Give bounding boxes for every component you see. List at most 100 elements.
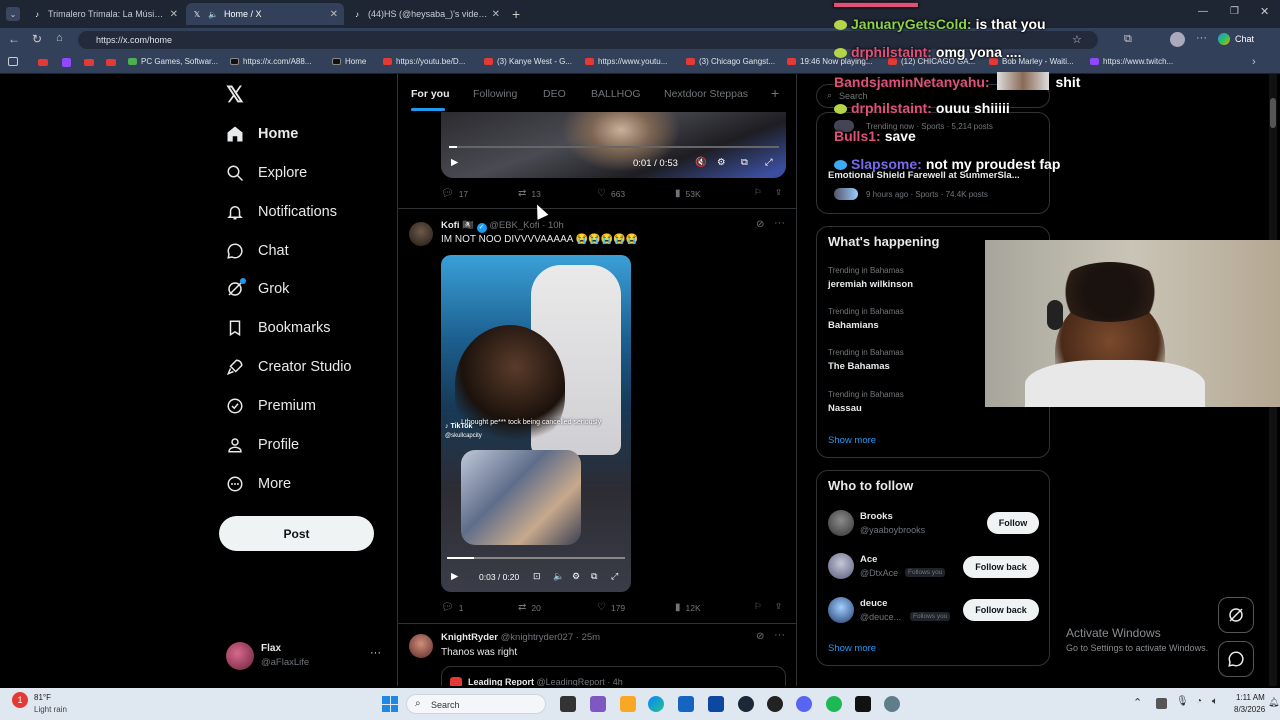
chevron-up-icon[interactable]: ⌃ bbox=[1133, 696, 1142, 709]
like-count[interactable]: ♡ 179 bbox=[597, 602, 625, 613]
weather-temp[interactable]: 81°F bbox=[34, 693, 51, 702]
messages-floating-button[interactable] bbox=[1218, 641, 1254, 677]
browser-tab-home-x[interactable]: 𝕏 🔈 Home / X ✕ bbox=[186, 3, 344, 25]
volume-icon[interactable]: 🔈︎ bbox=[1212, 696, 1218, 707]
sidebar-item-premium[interactable]: Premium bbox=[224, 391, 316, 421]
extensions-icon[interactable]: ⧉ bbox=[1124, 33, 1132, 46]
microphone-icon[interactable]: 🎙︎ bbox=[1176, 696, 1189, 707]
video-progress-track[interactable] bbox=[449, 146, 779, 148]
bookmark-folder-icon[interactable] bbox=[8, 57, 18, 66]
more-horizontal-icon[interactable]: ··· bbox=[774, 217, 785, 229]
fullscreen-icon[interactable]: ⤢ bbox=[765, 157, 773, 168]
scrollbar-thumb[interactable] bbox=[1270, 98, 1276, 128]
captions-icon[interactable]: ⊡ bbox=[533, 571, 541, 582]
sidebar-item-chat[interactable]: Chat bbox=[224, 236, 289, 266]
bookmark-icon[interactable]: ⚐ bbox=[754, 187, 762, 198]
bookmark-item[interactable]: PC Games, Softwar... bbox=[128, 57, 218, 66]
sidebar-item-notifications[interactable]: Notifications bbox=[224, 197, 337, 227]
fullscreen-icon[interactable]: ⤢ bbox=[611, 571, 618, 582]
file-explorer-icon[interactable] bbox=[620, 696, 636, 712]
tab-deo[interactable]: DEO bbox=[543, 88, 566, 100]
obs-icon[interactable] bbox=[767, 696, 783, 712]
sidebar-item-grok[interactable]: Grok bbox=[224, 274, 289, 304]
browser-tab-tiktok-1[interactable]: ♪ Trimalero Trimala: La Música que t ✕ bbox=[26, 3, 184, 25]
repost-count[interactable]: ⇄ 13 bbox=[518, 188, 541, 199]
tab-nextdoor-steppas[interactable]: Nextdoor Steppas bbox=[664, 88, 748, 100]
tab-following[interactable]: Following bbox=[473, 88, 517, 100]
post-video-player[interactable]: ♪ TikTok @skullcapcity I thought pe*** t… bbox=[441, 255, 631, 592]
taskbar-search-box[interactable]: ⌕ Search bbox=[406, 694, 546, 714]
new-tab-icon[interactable]: + bbox=[512, 6, 520, 22]
window-close-icon[interactable]: ✕ bbox=[1260, 5, 1269, 18]
spotify-icon[interactable] bbox=[826, 696, 842, 712]
start-windows-icon[interactable] bbox=[382, 696, 398, 712]
close-icon[interactable]: ✕ bbox=[170, 9, 178, 20]
quoted-post[interactable]: Leading Report @LeadingReport · 4h bbox=[441, 666, 786, 686]
clock-time[interactable]: 1:11 AM bbox=[1236, 693, 1265, 702]
bookmark-item[interactable]: https://www.twitch... bbox=[1090, 57, 1173, 66]
post-button[interactable]: Post bbox=[219, 516, 374, 551]
avatar[interactable] bbox=[828, 510, 854, 536]
avatar[interactable] bbox=[409, 222, 433, 246]
avatar[interactable] bbox=[409, 634, 433, 658]
sidebar-item-explore[interactable]: Explore bbox=[224, 158, 307, 188]
add-tab-icon[interactable]: + bbox=[771, 85, 779, 101]
close-icon[interactable]: ✕ bbox=[330, 9, 338, 20]
volume-icon[interactable]: 🔈 bbox=[553, 571, 564, 582]
share-icon[interactable]: ⇪ bbox=[775, 187, 782, 198]
bookmark-item[interactable]: Home bbox=[332, 57, 366, 66]
bookmark-item[interactable]: (3) Kanye West - G... bbox=[484, 57, 572, 66]
chevron-right-icon[interactable]: › bbox=[1252, 56, 1256, 68]
sidebar-item-bookmarks[interactable]: Bookmarks bbox=[224, 313, 331, 343]
show-more-link[interactable]: Show more bbox=[828, 643, 876, 654]
browser-menu-icon[interactable]: ··· bbox=[1196, 32, 1207, 44]
epic-games-icon[interactable] bbox=[855, 696, 871, 712]
account-switcher[interactable]: Flax @aFlaxLife ··· bbox=[226, 640, 384, 672]
task-view-icon[interactable] bbox=[560, 696, 576, 712]
settings-gear-icon[interactable] bbox=[884, 696, 900, 712]
share-icon[interactable]: ⇪ bbox=[775, 601, 782, 612]
like-count[interactable]: ♡ 663 bbox=[597, 188, 625, 199]
trend-item[interactable]: Nassau bbox=[828, 403, 862, 414]
app-icon[interactable] bbox=[590, 696, 606, 712]
restore-icon[interactable]: ❐ bbox=[1230, 6, 1239, 17]
post-author-handle[interactable]: @EBK_Kofi bbox=[489, 220, 539, 231]
pip-icon[interactable]: ⧉ bbox=[741, 157, 748, 168]
bookmark-item[interactable]: https://x.com/A88... bbox=[230, 57, 311, 66]
grok-post-icon[interactable]: ⊘ bbox=[756, 219, 764, 230]
home-browser-icon[interactable]: ⌂ bbox=[56, 32, 63, 44]
network-icon[interactable]: ◔ bbox=[1196, 696, 1202, 707]
bookmark-youtube-icon[interactable] bbox=[38, 59, 48, 66]
trend-item[interactable]: The Bahamas bbox=[828, 361, 890, 372]
repost-count[interactable]: ⇄ 20 bbox=[518, 602, 541, 613]
follow-suggestion-name[interactable]: Brooks bbox=[860, 511, 893, 522]
view-count[interactable]: ▮ 12K bbox=[675, 602, 701, 613]
settings-gear-icon[interactable]: ⚙ bbox=[717, 157, 726, 168]
tab-list-icon[interactable]: ⌄ bbox=[6, 7, 20, 21]
close-icon[interactable]: ✕ bbox=[492, 9, 500, 20]
edge-icon[interactable] bbox=[648, 696, 664, 712]
pip-icon[interactable]: ⧉ bbox=[591, 571, 597, 582]
follow-back-button[interactable]: Follow back bbox=[963, 556, 1039, 578]
follow-button[interactable]: Follow bbox=[987, 512, 1039, 534]
weather-icon[interactable]: 1 bbox=[12, 692, 28, 708]
store-icon[interactable] bbox=[678, 696, 694, 712]
bookmark-item[interactable]: https://youtu.be/D... bbox=[383, 57, 465, 66]
tab-ballhog[interactable]: BALLHOG bbox=[591, 88, 641, 100]
video-progress-track[interactable] bbox=[447, 557, 625, 559]
sidebar-item-profile[interactable]: Profile bbox=[224, 430, 299, 460]
sidebar-item-home[interactable]: Home bbox=[224, 119, 298, 149]
bookmark-item[interactable]: https://www.youtu... bbox=[585, 57, 667, 66]
bookmark-youtube-icon[interactable] bbox=[106, 59, 116, 66]
follow-suggestion-name[interactable]: Ace bbox=[860, 554, 877, 565]
view-count[interactable]: ▮ 53K bbox=[675, 188, 701, 199]
mute-icon[interactable]: 🔇 bbox=[695, 157, 707, 168]
grok-post-icon[interactable]: ⊘ bbox=[756, 631, 764, 642]
copilot-chat-button[interactable]: Chat bbox=[1218, 33, 1254, 45]
post-author-handle[interactable]: @knightryder027 bbox=[501, 632, 574, 643]
reply-count[interactable]: 💬︎ 17 bbox=[441, 188, 468, 199]
discord-icon[interactable] bbox=[796, 696, 812, 712]
browser-tab-tiktok-2[interactable]: ♪ (44)HS (@heysaba_)'s video of Bab ✕ bbox=[346, 3, 506, 25]
bookmark-item[interactable]: (3) Chicago Gangst... bbox=[686, 57, 775, 66]
follow-back-button[interactable]: Follow back bbox=[963, 599, 1039, 621]
